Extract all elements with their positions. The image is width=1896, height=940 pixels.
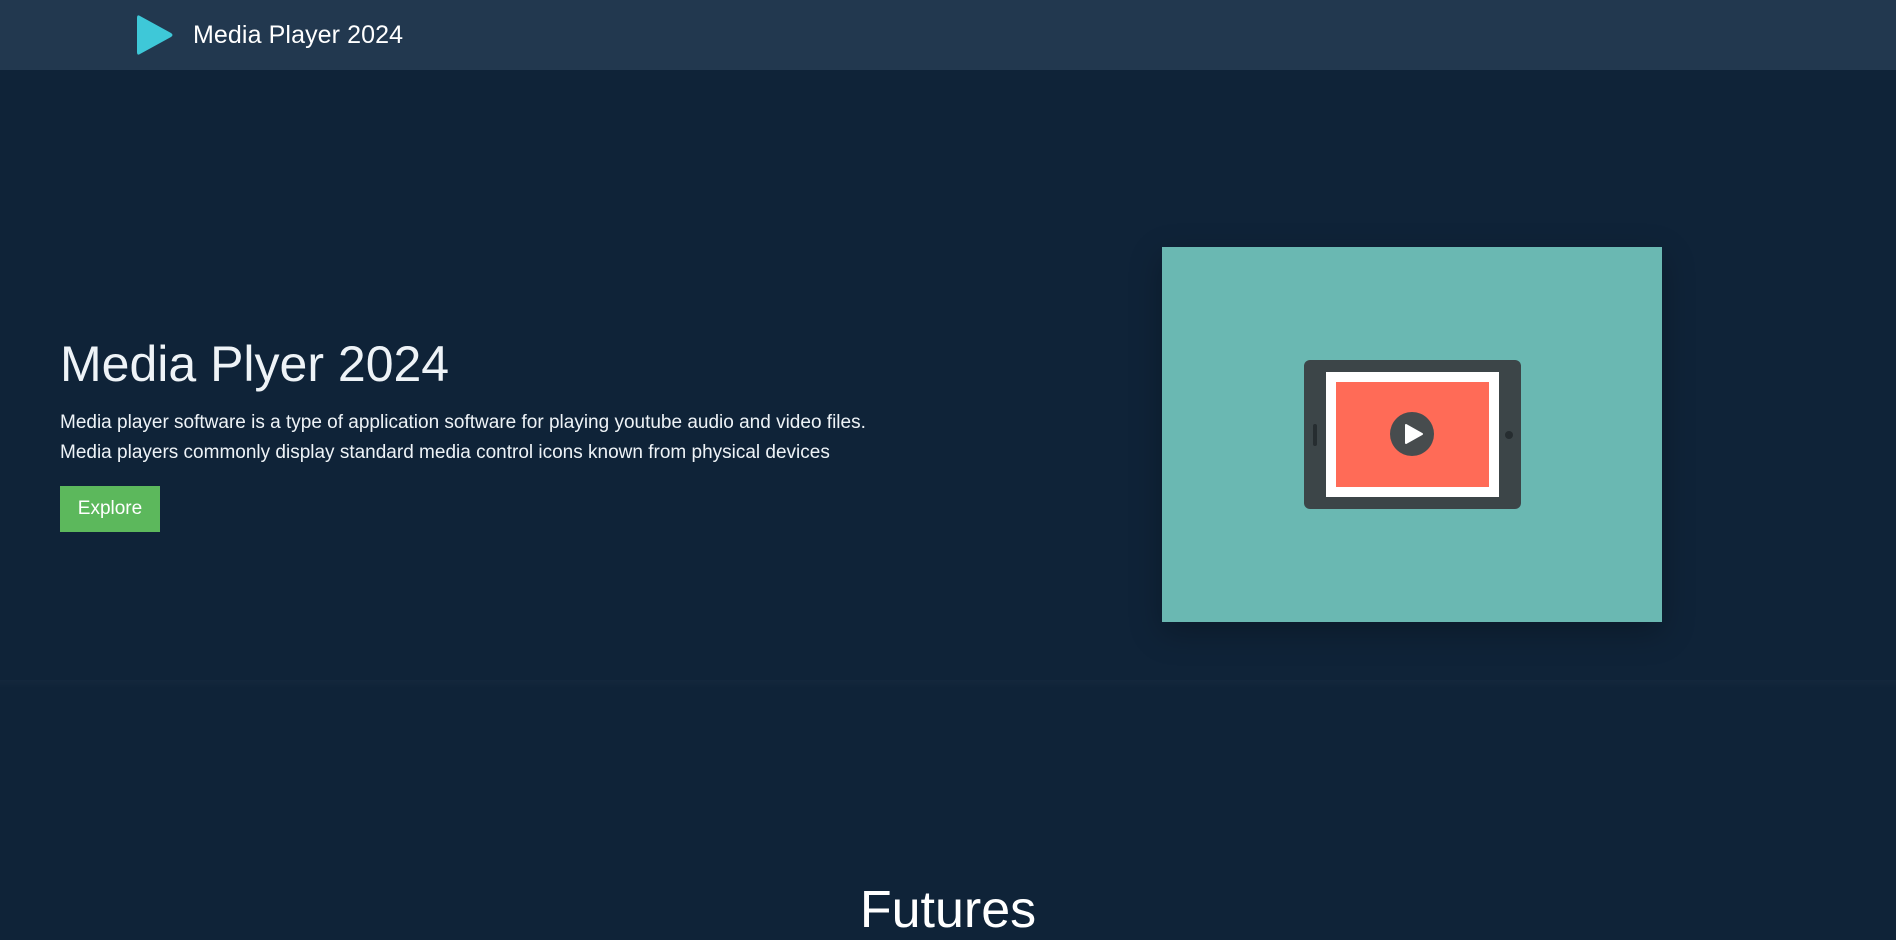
hero-illustration xyxy=(1162,247,1662,622)
explore-button[interactable]: Explore xyxy=(60,486,160,532)
hero-description: Media player software is a type of appli… xyxy=(60,408,960,468)
brand-name: Media Player 2024 xyxy=(193,21,404,49)
hero-title: Media Plyer 2024 xyxy=(60,336,450,392)
tablet-side-button xyxy=(1313,424,1317,446)
features-heading: Futures xyxy=(859,881,1037,939)
hero-description-line: Media players commonly display standard … xyxy=(60,442,830,463)
brand-link[interactable]: Media Player 2024 xyxy=(136,14,403,56)
tablet-home-button xyxy=(1505,431,1513,439)
section-divider xyxy=(0,680,1896,688)
play-triangle-icon xyxy=(137,15,173,55)
hero-description-line: Media player software is a type of appli… xyxy=(60,412,866,433)
tablet-video-play-icon xyxy=(1304,360,1521,509)
top-navbar: Media Player 2024 xyxy=(0,0,1896,70)
